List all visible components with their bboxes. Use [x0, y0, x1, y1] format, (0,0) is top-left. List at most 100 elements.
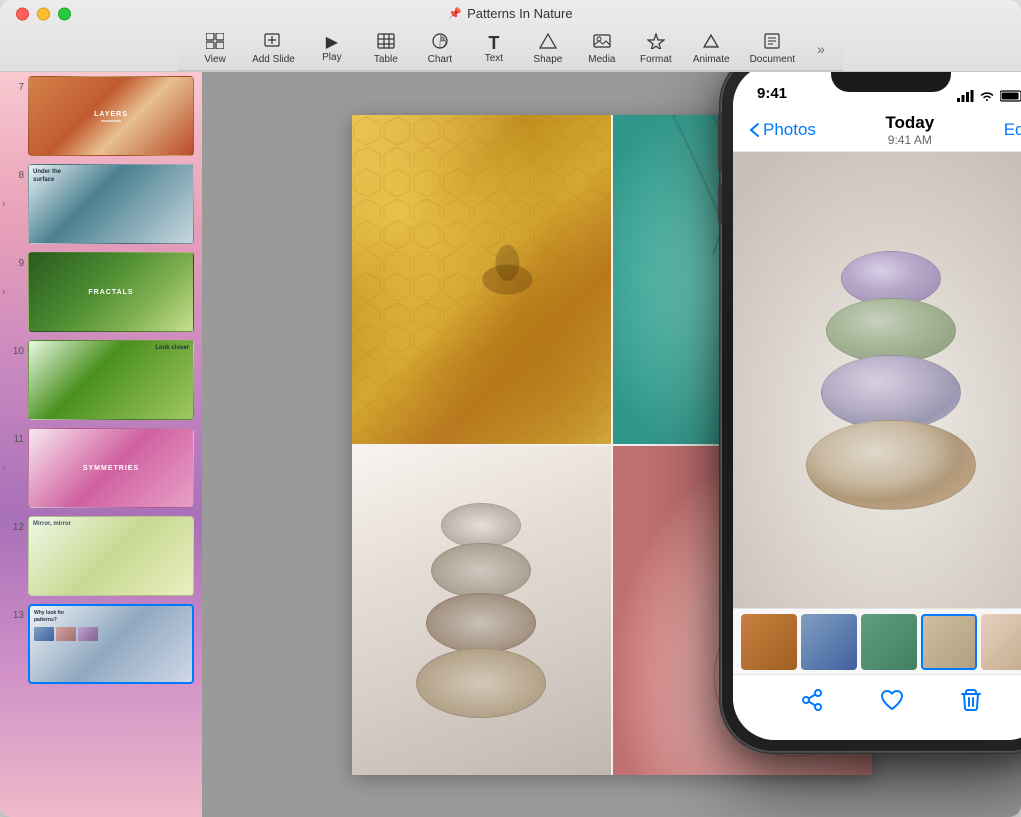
toolbar-format[interactable]: Format [631, 29, 681, 69]
slide-thumb-11[interactable]: › 11 SYMMETRIES [0, 424, 202, 512]
shape-label: Shape [533, 54, 562, 65]
slide-thumb-inner-8: Under the surface [28, 164, 194, 244]
toolbar-document[interactable]: Document [742, 29, 804, 69]
slide-thumb-inner-11: SYMMETRIES [28, 428, 194, 508]
thumb-mini-2[interactable] [801, 614, 857, 670]
slide-thumb-inner-7: LAYERS [28, 76, 194, 156]
status-icons [957, 90, 1021, 102]
toolbar-animate[interactable]: Animate [685, 29, 738, 69]
play-icon: ▶ [326, 35, 338, 51]
toolbar-more-button[interactable]: » [811, 37, 831, 61]
view-icon [206, 33, 224, 53]
table-icon [377, 33, 395, 53]
edit-button[interactable]: Edit [1004, 120, 1021, 140]
canvas-area: 9:41 [202, 72, 1021, 817]
slide-thumb-8[interactable]: › 8 Under the surface [0, 160, 202, 248]
toolbar-view[interactable]: View [190, 29, 240, 69]
chart-icon [431, 33, 449, 53]
slide-num-9: 9 [8, 258, 24, 269]
close-button[interactable] [16, 7, 29, 20]
favorite-button[interactable] [879, 688, 905, 718]
nav-title: Today [885, 113, 934, 133]
title-bar: 📌 Patterns In Nature View Add Slide ▶ Pl… [0, 0, 1021, 72]
signal-icon [957, 90, 974, 102]
slide-num-10: 10 [8, 346, 24, 357]
volume-down-button[interactable] [718, 184, 722, 224]
slide-panel: 7 LAYERS › 8 Under the surface [0, 72, 202, 817]
table-label: Table [374, 54, 398, 65]
format-icon [647, 33, 665, 53]
title-row: 📌 Patterns In Nature [0, 0, 1021, 28]
format-label: Format [640, 54, 672, 65]
slide-thumb-inner-10: Look closer [28, 340, 194, 420]
text-label: Text [485, 53, 503, 64]
wifi-icon [979, 90, 995, 102]
document-icon [763, 33, 781, 53]
add-slide-icon [264, 33, 282, 53]
toolbar-table[interactable]: Table [361, 29, 411, 69]
thumb-mini-5[interactable] [981, 614, 1021, 670]
fullscreen-button[interactable] [58, 7, 71, 20]
window-title: 📌 Patterns In Nature [448, 6, 572, 21]
slide-thumb-9[interactable]: › 9 FRACTALS [0, 248, 202, 336]
document-label: Document [750, 54, 796, 65]
toolbar-media[interactable]: Media [577, 29, 627, 69]
delete-button[interactable] [960, 688, 982, 718]
slide-thumb-10[interactable]: 10 Look closer [0, 336, 202, 424]
iphone-urchin-stack [806, 251, 976, 510]
thumb-mini-4[interactable] [921, 614, 977, 670]
thumb-mini-3[interactable] [861, 614, 917, 670]
volume-up-button[interactable] [718, 132, 722, 172]
pin-icon: 📌 [448, 7, 462, 20]
iphone-urchin-bottom [806, 420, 976, 510]
play-label: Play [322, 52, 341, 63]
urchin-4 [416, 648, 546, 718]
chevron-9: › [2, 287, 5, 298]
back-label: Photos [763, 120, 816, 140]
urchin-3 [426, 593, 536, 653]
slide-thumb-inner-9: FRACTALS [28, 252, 194, 332]
photos-back-button[interactable]: Photos [749, 120, 816, 140]
slide-num-12: 12 [8, 522, 24, 533]
iphone-thumb-strip [733, 608, 1021, 674]
slide-num-8: 8 [8, 170, 24, 181]
view-label: View [204, 54, 226, 65]
slide-thumb-12[interactable]: 12 Mirror, mirror [0, 512, 202, 600]
text-icon: T [488, 34, 499, 52]
nav-subtitle: 9:41 AM [885, 133, 934, 147]
urchin-2 [431, 543, 531, 598]
animate-label: Animate [693, 54, 730, 65]
toolbar-shape[interactable]: Shape [523, 29, 573, 69]
nav-title-area: Today 9:41 AM [885, 113, 934, 147]
toolbar-chart[interactable]: Chart [415, 29, 465, 69]
toolbar-add-slide[interactable]: Add Slide [244, 29, 303, 69]
slide-cell-bee [352, 115, 611, 444]
shape-icon [539, 33, 557, 53]
iphone-notch [831, 72, 951, 92]
toolbar-play[interactable]: ▶ Play [307, 31, 357, 67]
add-slide-label: Add Slide [252, 54, 295, 65]
share-button[interactable] [800, 688, 824, 718]
slide-thumb-inner-12: Mirror, mirror [28, 516, 194, 596]
chevron-11: › [2, 463, 5, 474]
animate-icon [702, 33, 720, 53]
iphone-screen: 9:41 [733, 72, 1021, 740]
window-title-text: Patterns In Nature [467, 6, 573, 21]
battery-icon [1000, 90, 1021, 102]
minimize-button[interactable] [37, 7, 50, 20]
main-content: 7 LAYERS › 8 Under the surface [0, 72, 1021, 817]
slide-thumb-inner-13: Why look for patterns? [28, 604, 194, 684]
toolbar-text[interactable]: T Text [469, 30, 519, 68]
slide-num-13: 13 [8, 610, 24, 621]
iphone-device: 9:41 [721, 72, 1021, 752]
slide-thumb-7[interactable]: 7 LAYERS [0, 72, 202, 160]
thumb-mini-1[interactable] [741, 614, 797, 670]
toolbar: View Add Slide ▶ Play Table [178, 28, 843, 71]
chart-label: Chart [428, 54, 452, 65]
chevron-8: › [2, 199, 5, 210]
iphone-photo-display [733, 152, 1021, 608]
iphone-bottom-bar [733, 674, 1021, 740]
iphone-body: 9:41 [721, 72, 1021, 752]
status-time: 9:41 [757, 85, 787, 102]
slide-thumb-13[interactable]: 13 Why look for patterns? [0, 600, 202, 688]
